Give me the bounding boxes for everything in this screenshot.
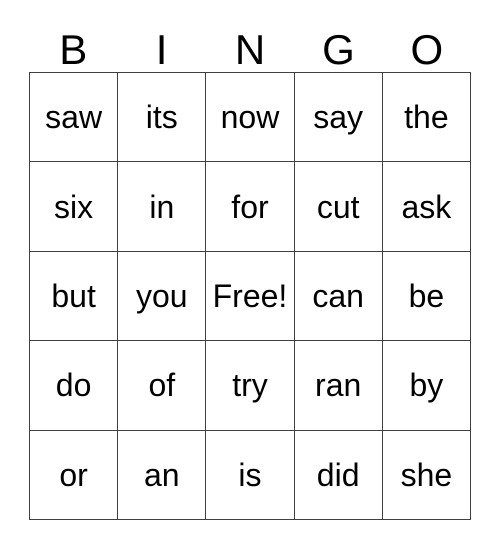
bingo-cell[interactable]: saw bbox=[28, 71, 119, 163]
bingo-header-letter-n: N bbox=[234, 26, 266, 73]
bingo-cell[interactable]: you bbox=[117, 250, 207, 342]
bingo-grid: saw its now say the six in for cut ask b… bbox=[28, 71, 472, 520]
bingo-header-row: B I N G O bbox=[29, 24, 471, 72]
bingo-header-letter-i: I bbox=[155, 26, 168, 73]
bingo-cell[interactable]: is bbox=[205, 429, 295, 520]
bingo-cell[interactable]: can bbox=[293, 250, 383, 342]
bingo-cell[interactable]: be bbox=[381, 250, 472, 342]
bingo-cell[interactable]: did bbox=[293, 429, 383, 520]
bingo-cell[interactable]: ran bbox=[293, 340, 383, 431]
table-row: saw its now say the bbox=[28, 71, 472, 163]
bingo-cell[interactable]: by bbox=[381, 340, 472, 431]
bingo-cell[interactable]: of bbox=[117, 340, 207, 431]
bingo-cell[interactable]: for bbox=[205, 161, 295, 252]
bingo-header-letter-o: O bbox=[410, 26, 444, 73]
bingo-cell[interactable]: try bbox=[205, 340, 295, 431]
bingo-cell[interactable]: say bbox=[293, 71, 383, 163]
bingo-header-letter-g: G bbox=[322, 26, 355, 73]
bingo-cell[interactable]: do bbox=[28, 340, 119, 431]
bingo-cell[interactable]: ask bbox=[381, 161, 472, 252]
bingo-cell[interactable]: now bbox=[205, 71, 295, 163]
table-row: or an is did she bbox=[28, 429, 472, 520]
bingo-cell[interactable]: in bbox=[117, 161, 207, 252]
bingo-cell[interactable]: six bbox=[28, 161, 119, 252]
bingo-cell-free-space[interactable]: Free! bbox=[205, 250, 295, 342]
table-row: six in for cut ask bbox=[28, 161, 472, 252]
bingo-card: B I N G O saw its now say the six in for… bbox=[28, 24, 472, 520]
bingo-cell[interactable]: the bbox=[381, 71, 472, 163]
bingo-cell[interactable]: cut bbox=[293, 161, 383, 252]
bingo-cell[interactable]: or bbox=[28, 429, 119, 520]
bingo-cell[interactable]: its bbox=[117, 71, 207, 163]
table-row: do of try ran by bbox=[28, 340, 472, 431]
bingo-cell[interactable]: an bbox=[117, 429, 207, 520]
table-row: but you Free! can be bbox=[28, 250, 472, 342]
bingo-cell[interactable]: but bbox=[28, 250, 119, 342]
bingo-header-letter-b: B bbox=[59, 26, 88, 73]
bingo-cell[interactable]: she bbox=[381, 429, 472, 520]
